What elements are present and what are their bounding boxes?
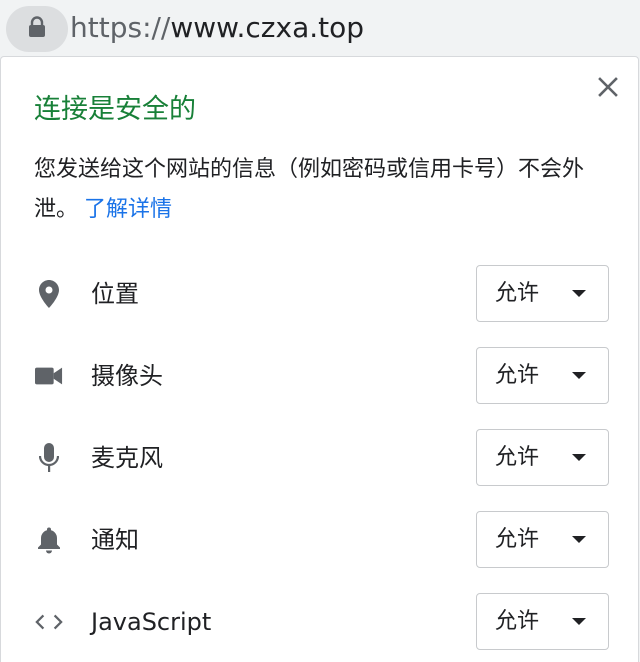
url-host: www.czxa.top	[170, 11, 365, 44]
chevron-down-icon	[572, 290, 586, 297]
code-brackets-icon	[35, 608, 63, 636]
address-bar: https://www.czxa.top	[0, 0, 640, 56]
microphone-icon	[35, 443, 63, 472]
lock-icon	[28, 16, 46, 42]
permission-label: JavaScript	[91, 608, 212, 636]
bell-icon	[35, 526, 63, 554]
permission-label: 麦克风	[91, 444, 163, 472]
chevron-down-icon	[572, 372, 586, 379]
location-pin-icon	[35, 280, 63, 308]
learn-more-link[interactable]: 了解详情	[84, 197, 172, 222]
permission-label: 摄像头	[91, 362, 163, 390]
permission-select-value: 允许	[495, 363, 540, 388]
permission-label: 位置	[91, 280, 139, 308]
connection-secure-title: 连接是安全的	[34, 94, 196, 125]
permission-label: 通知	[91, 526, 139, 554]
permission-select-value: 允许	[495, 609, 540, 634]
permission-row-notifications: 通知 允许	[1, 511, 639, 569]
permission-select-location[interactable]: 允许	[476, 265, 609, 322]
permission-row-javascript: JavaScript 允许	[1, 593, 639, 651]
url-text[interactable]: https://www.czxa.top	[70, 11, 364, 45]
permission-select-value: 允许	[495, 527, 540, 552]
site-info-popup: 连接是安全的 您发送给这个网站的信息（例如密码或信用卡号）不会外泄。 了解详情 位…	[0, 56, 639, 662]
security-description: 您发送给这个网站的信息（例如密码或信用卡号）不会外泄。 了解详情	[34, 150, 614, 230]
close-button[interactable]	[594, 75, 622, 103]
permission-select-javascript[interactable]: 允许	[476, 593, 609, 650]
permission-row-microphone: 麦克风 允许	[1, 429, 639, 487]
chevron-down-icon	[572, 618, 586, 625]
camera-icon	[35, 362, 63, 390]
url-scheme: https://	[70, 11, 171, 44]
site-info-button[interactable]	[6, 6, 68, 52]
chevron-down-icon	[572, 536, 586, 543]
permission-select-microphone[interactable]: 允许	[476, 429, 609, 486]
permission-row-location: 位置 允许	[1, 265, 639, 323]
close-icon	[598, 77, 618, 101]
permission-select-camera[interactable]: 允许	[476, 347, 609, 404]
permission-row-camera: 摄像头 允许	[1, 347, 639, 405]
chevron-down-icon	[572, 454, 586, 461]
permission-select-notifications[interactable]: 允许	[476, 511, 609, 568]
permission-select-value: 允许	[495, 281, 540, 306]
permission-select-value: 允许	[495, 445, 540, 470]
